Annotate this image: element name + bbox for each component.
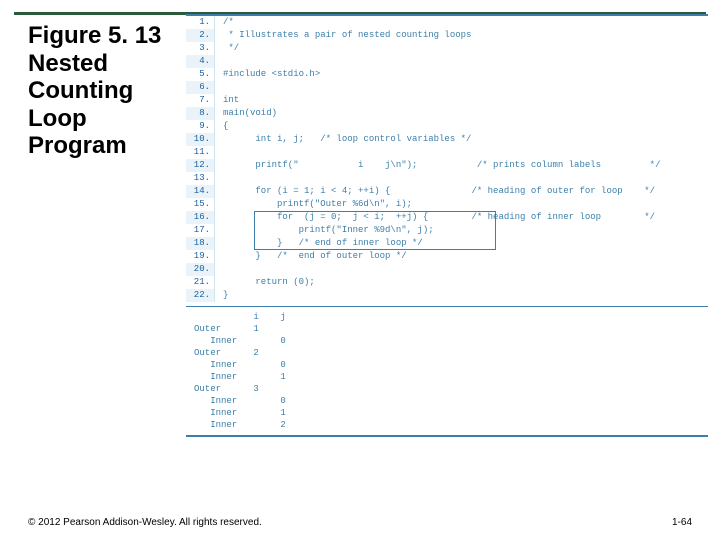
code-line: 22.} [186,289,708,302]
code-line: 14. for (i = 1; i < 4; ++i) { /* heading… [186,185,708,198]
line-number: 16. [186,211,215,224]
program-output: i j Outer 1 Inner 0 Outer 2 Inner 0 Inne… [194,311,708,431]
line-number: 21. [186,276,215,289]
line-number: 15. [186,198,215,211]
code-line: 10. int i, j; /* loop control variables … [186,133,708,146]
code-line: 11. [186,146,708,159]
line-number: 13. [186,172,215,185]
line-number: 22. [186,289,215,302]
line-number: 14. [186,185,215,198]
code-line: 12. printf(" i j\n"); /* prints column l… [186,159,708,172]
line-number: 12. [186,159,215,172]
line-number: 1. [186,16,215,29]
line-number: 19. [186,250,215,263]
line-number: 20. [186,263,215,276]
line-number: 7. [186,94,215,107]
code-line: 21. return (0); [186,276,708,289]
line-number: 10. [186,133,215,146]
code-line: 18. } /* end of inner loop */ [186,237,708,250]
code-line: 15. printf("Outer %6d\n", i); [186,198,708,211]
line-number: 11. [186,146,215,159]
code-line: 8.main(void) [186,107,708,120]
code-line: 16. for (j = 0; j < i; ++j) { /* heading… [186,211,708,224]
line-number: 3. [186,42,215,55]
code-line: 7.int [186,94,708,107]
copyright-footer: © 2012 Pearson Addison-Wesley. All right… [28,517,692,528]
code-listing: 1./*2. * Illustrates a pair of nested co… [186,14,708,437]
line-number: 6. [186,81,215,94]
code-line: 2. * Illustrates a pair of nested counti… [186,29,708,42]
code-line: 17. printf("Inner %9d\n", j); [186,224,708,237]
code-line: 3. */ [186,42,708,55]
code-line: 13. [186,172,708,185]
line-number: 5. [186,68,215,81]
output-separator [186,306,708,307]
line-number: 2. [186,29,215,42]
line-number: 17. [186,224,215,237]
code-line: 20. [186,263,708,276]
output-end-rule [186,435,708,437]
code-line: 5.#include <stdio.h> [186,68,708,81]
code-line: 4. [186,55,708,68]
code-line: 9.{ [186,120,708,133]
line-number: 4. [186,55,215,68]
line-number: 8. [186,107,215,120]
line-number: 18. [186,237,215,250]
figure-title: Figure 5. 13 Nested Counting Loop Progra… [28,22,178,160]
code-line: 6. [186,81,708,94]
code-line: 19. } /* end of outer loop */ [186,250,708,263]
line-number: 9. [186,120,215,133]
code-line: 1./* [186,16,708,29]
slide-number: 1-64 [672,517,692,528]
